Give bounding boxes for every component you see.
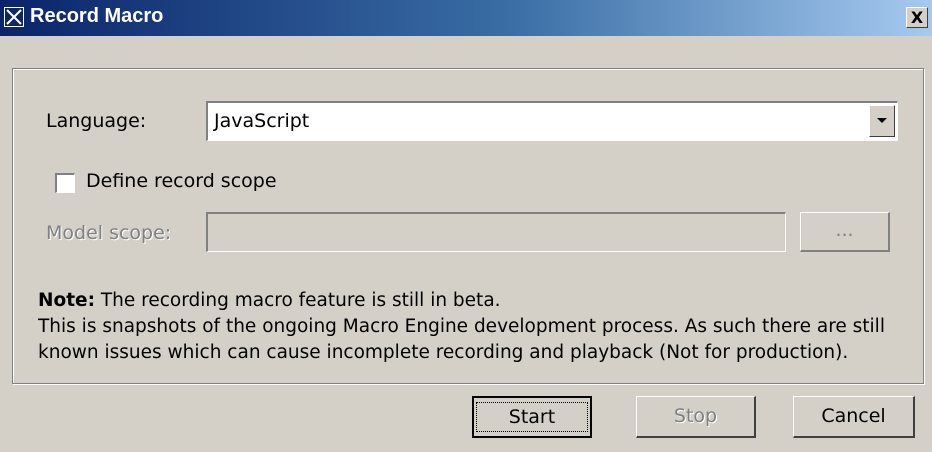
language-select[interactable]: JavaScript (206, 101, 898, 141)
record-macro-dialog: Record Macro X Language: JavaScript Defi… (0, 0, 932, 452)
close-button[interactable]: X (906, 7, 928, 28)
language-label: Language: (46, 110, 147, 132)
define-scope-label[interactable]: Define record scope (86, 170, 277, 192)
macro-window-icon (4, 7, 24, 27)
note-line-3: known issues which can cause incomplete … (38, 342, 849, 363)
window-title: Record Macro (30, 5, 164, 27)
cancel-button[interactable]: Cancel (793, 396, 915, 438)
close-icon: X (910, 8, 924, 27)
start-label: Start (475, 402, 589, 432)
model-scope-label: Model scope: (46, 222, 172, 244)
browse-scope-button[interactable]: ... (800, 212, 890, 252)
stop-button[interactable]: Stop (636, 396, 756, 438)
language-dropdown-button[interactable] (869, 105, 895, 137)
note-heading: Note: (38, 290, 95, 311)
define-scope-checkbox[interactable] (55, 173, 75, 193)
model-scope-field[interactable] (206, 212, 786, 252)
start-button[interactable]: Start (472, 396, 592, 438)
beta-note: Note: The recording macro feature is sti… (38, 288, 885, 366)
note-line-2: This is snapshots of the ongoing Macro E… (38, 316, 885, 337)
chevron-down-icon (877, 118, 887, 123)
language-value: JavaScript (214, 110, 310, 132)
note-line-1: The recording macro feature is still in … (94, 290, 501, 311)
title-bar[interactable]: Record Macro X (0, 0, 932, 36)
